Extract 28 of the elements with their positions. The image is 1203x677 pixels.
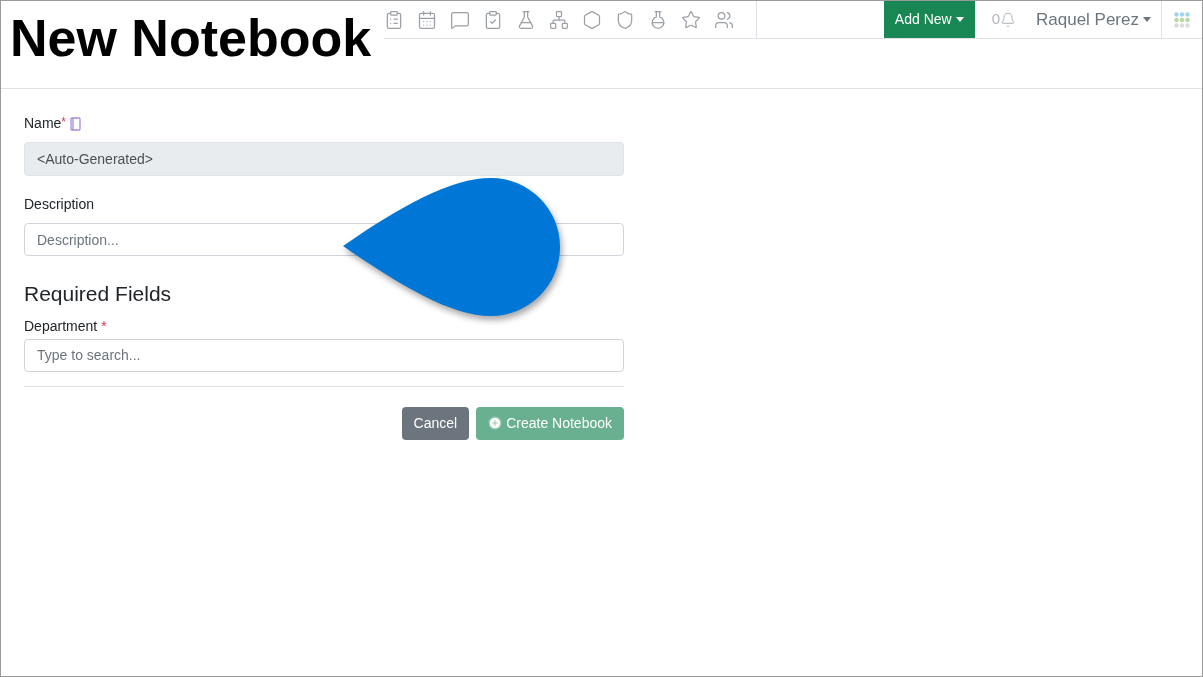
required-asterisk: * bbox=[101, 316, 107, 336]
bell-icon[interactable] bbox=[1000, 11, 1016, 28]
plus-circle-icon bbox=[488, 416, 503, 430]
description-label: Description bbox=[24, 195, 96, 214]
star-icon[interactable] bbox=[681, 9, 701, 30]
shield-icon[interactable] bbox=[615, 9, 635, 30]
section-heading: Required Fields bbox=[24, 281, 173, 307]
caret-icon bbox=[955, 17, 964, 22]
required-asterisk: * bbox=[61, 114, 67, 131]
department-search-field[interactable]: Type to search... bbox=[24, 338, 624, 372]
user-menu[interactable]: Raquel Perez bbox=[1036, 6, 1151, 33]
notification-count: 0 bbox=[991, 9, 1000, 30]
name-field[interactable]: <Auto-Generated> bbox=[24, 142, 624, 176]
hexagon-icon[interactable] bbox=[582, 9, 602, 30]
users-icon[interactable] bbox=[714, 9, 734, 30]
add-new-button[interactable]: Add New bbox=[883, 1, 975, 38]
apps-grid-icon[interactable] bbox=[1174, 11, 1190, 28]
calendar-icon[interactable] bbox=[417, 9, 437, 30]
clipboard-icon[interactable] bbox=[384, 9, 404, 30]
chat-bubble-icon[interactable] bbox=[450, 9, 470, 30]
flask-icon[interactable] bbox=[516, 9, 536, 30]
cancel-button[interactable]: Cancel bbox=[401, 406, 470, 440]
clipboard-check-icon[interactable] bbox=[483, 9, 503, 30]
caret-icon bbox=[1143, 17, 1151, 22]
notebook-icon bbox=[70, 116, 82, 131]
department-label: Department bbox=[24, 316, 98, 336]
name-label: Name bbox=[24, 114, 62, 133]
network-icon[interactable] bbox=[549, 9, 569, 30]
